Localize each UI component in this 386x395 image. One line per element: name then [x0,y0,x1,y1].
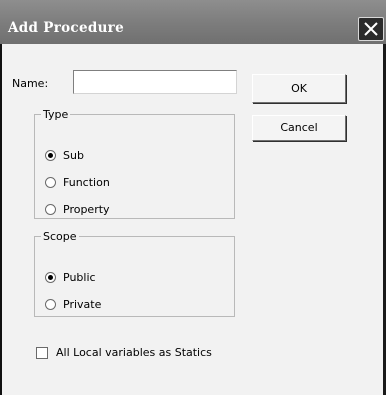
statics-checkbox-label: All Local variables as Statics [56,346,212,359]
radio-public[interactable]: Public [45,271,96,284]
radio-label: Function [63,176,110,189]
radio-label: Property [63,203,110,216]
radio-private[interactable]: Private [45,298,101,311]
dialog-title: Add Procedure [8,20,124,36]
cancel-button[interactable]: Cancel [252,115,346,141]
name-label: Name: [12,77,49,90]
radio-button[interactable] [45,272,56,283]
radio-function[interactable]: Function [45,176,110,189]
radio-label: Sub [63,149,84,162]
scope-group-legend: Scope [43,230,77,243]
add-procedure-dialog: Add Procedure Name: OK Cancel Type Sub F… [0,0,386,395]
radio-label: Public [63,271,96,284]
window-frame-left [0,44,2,395]
close-icon [364,22,378,36]
scope-group: Scope Public Private [34,230,235,317]
close-button[interactable] [358,17,384,41]
radio-button[interactable] [45,177,56,188]
radio-property[interactable]: Property [45,203,110,216]
radio-button[interactable] [45,204,56,215]
statics-checkbox[interactable] [36,346,48,359]
name-input[interactable] [73,70,237,94]
radio-button[interactable] [45,299,56,310]
radio-label: Private [63,298,102,311]
type-group-legend: Type [43,108,69,121]
type-group: Type Sub Function Property [34,108,235,219]
statics-checkbox-row[interactable]: All Local variables as Statics [36,346,212,359]
ok-button[interactable]: OK [252,74,346,103]
title-bar[interactable]: Add Procedure [0,0,386,44]
radio-sub[interactable]: Sub [45,149,84,162]
radio-button[interactable] [45,150,56,161]
